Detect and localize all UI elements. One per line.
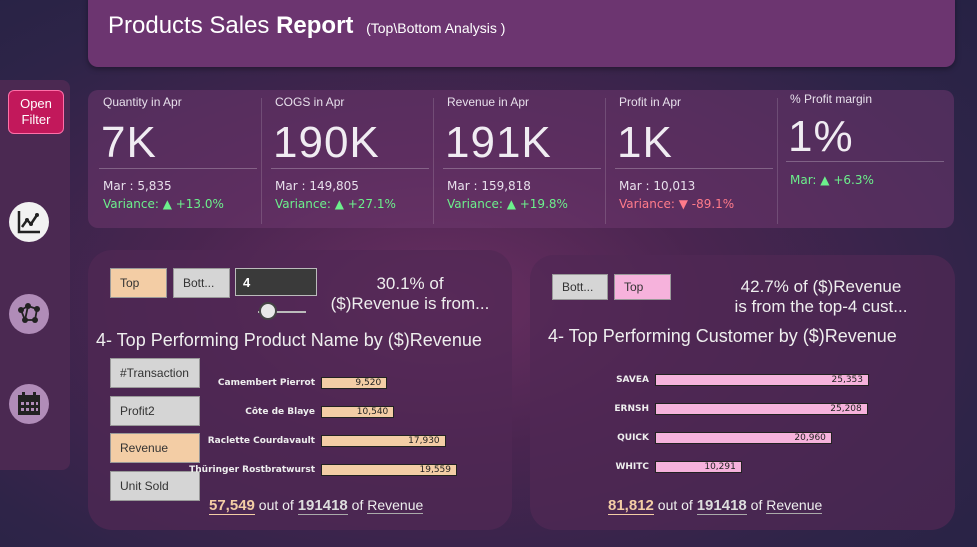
- kpi-variance: Variance: ▲ +13.0%: [103, 197, 224, 211]
- bar-category-label: Raclette Courdavault: [207, 436, 315, 446]
- products-share-line1: 30.1% of: [376, 274, 444, 293]
- customers-footer-total: 191418: [696, 497, 747, 515]
- kpi-previous: Mar : 159,818: [447, 179, 531, 193]
- bar-category-label: Camembert Pierrot: [217, 378, 315, 388]
- bar-category-label: SAVEA: [616, 375, 649, 385]
- kpi-label: Profit in Apr: [619, 95, 682, 109]
- top-n-input[interactable]: 4: [235, 268, 317, 296]
- bar-mark[interactable]: 10,291: [655, 461, 742, 473]
- customers-share-line2: is from the top-4 cust...: [734, 297, 908, 316]
- kpi-revenue: Revenue in Apr 191K Mar : 159,818 Varian…: [441, 90, 606, 228]
- kpi-separator: [777, 98, 778, 224]
- bar-mark[interactable]: 9,520: [321, 377, 388, 389]
- products-footer-unit: Revenue: [367, 497, 424, 514]
- bar-mark[interactable]: 25,208: [655, 403, 868, 415]
- kpi-previous: Mar : 5,835: [103, 179, 172, 193]
- kpi-divider: [271, 168, 429, 169]
- calendar-icon: [18, 392, 40, 415]
- customers-chart-title: 4- Top Performing Customer by ($)Revenue: [548, 326, 897, 346]
- metric-unit-sold-button[interactable]: Unit Sold: [110, 471, 200, 501]
- title-bold: Report: [276, 12, 354, 39]
- bar-value-label: 25,208: [830, 404, 862, 414]
- bar-mark[interactable]: 17,930: [321, 435, 446, 447]
- bar-value-label: 9,520: [355, 378, 382, 388]
- title-main: Products Sales: [108, 12, 277, 39]
- products-share-text: 30.1% of ($)Revenue is from...: [315, 274, 505, 314]
- customer-bottom-toggle-button[interactable]: Bott...: [552, 274, 608, 300]
- bar-value-label: 25,353: [831, 375, 864, 385]
- line-chart-nav-icon[interactable]: [9, 202, 49, 242]
- products-footer-of: of: [351, 497, 364, 513]
- kpi-variance: Variance: ▲ +19.8%: [447, 197, 568, 211]
- bar-value-label: 10,540: [356, 407, 389, 417]
- bottom-toggle-button[interactable]: Bott...: [173, 268, 230, 298]
- customers-footer-unit: Revenue: [766, 497, 823, 514]
- bar-category-label: WHITC: [615, 462, 649, 472]
- customers-footer: 81,812 out of 191418 of Revenue: [608, 497, 823, 515]
- kpi-cogs: COGS in Apr 190K Mar : 149,805 Variance:…: [269, 90, 434, 228]
- kpi-value: 1%: [788, 112, 854, 161]
- kpi-value: 7K: [101, 118, 157, 167]
- kpi-quantity: Quantity in Apr 7K Mar : 5,835 Variance:…: [97, 90, 262, 228]
- kpi-value: 190K: [273, 118, 380, 167]
- bar-category-label: ERNSH: [614, 404, 649, 414]
- calendar-nav-icon[interactable]: [9, 384, 49, 424]
- customers-footer-of: of: [750, 497, 763, 513]
- products-footer-total: 191418: [297, 497, 348, 515]
- kpi-profit: Profit in Apr 1K Mar : 10,013 Variance: …: [613, 90, 778, 228]
- kpi-separator: [605, 98, 606, 224]
- products-footer-value: 57,549: [209, 497, 255, 515]
- kpi-previous: Mar : 149,805: [275, 179, 359, 193]
- kpi-previous: Mar : 10,013: [619, 179, 696, 193]
- network-nav-icon[interactable]: [9, 294, 49, 334]
- kpi-variance: Variance: ▲ +27.1%: [275, 197, 396, 211]
- top-toggle-button[interactable]: Top: [110, 268, 167, 298]
- bar-category-label: Côte de Blaye: [245, 407, 315, 417]
- bar-mark[interactable]: 10,540: [321, 406, 395, 418]
- bar-value-label: 20,960: [794, 433, 826, 443]
- products-footer-mid: out of: [258, 497, 294, 513]
- products-footer: 57,549 out of 191418 of Revenue: [209, 497, 424, 515]
- top-n-slider-handle[interactable]: [258, 302, 277, 320]
- kpi-profit-margin: % Profit margin 1% Mar: ▲ +6.3%: [784, 90, 949, 228]
- products-chart-title: 4- Top Performing Product Name by ($)Rev…: [96, 330, 482, 350]
- kpi-divider: [99, 168, 257, 169]
- customers-footer-value: 81,812: [608, 497, 654, 515]
- kpi-label: Quantity in Apr: [103, 95, 182, 109]
- kpi-panel: Quantity in Apr 7K Mar : 5,835 Variance:…: [88, 90, 954, 228]
- kpi-divider: [443, 168, 601, 169]
- bar-mark[interactable]: 25,353: [655, 374, 869, 386]
- customers-share-text: 42.7% of ($)Revenue is from the top-4 cu…: [706, 277, 936, 317]
- kpi-label: Revenue in Apr: [447, 95, 530, 109]
- bar-value-label: 17,930: [408, 436, 440, 446]
- bar-value-label: 10,291: [704, 462, 736, 472]
- line-chart-icon: [17, 211, 40, 234]
- bar-mark[interactable]: 19,559: [321, 464, 457, 476]
- report-title: Products Sales Report (Top\Bottom Analys…: [108, 12, 505, 40]
- kpi-label: COGS in Apr: [275, 95, 345, 109]
- kpi-divider: [615, 168, 773, 169]
- customers-share-line1: 42.7% of ($)Revenue: [740, 277, 902, 296]
- kpi-separator: [433, 98, 434, 224]
- open-filter-button[interactable]: Open Filter: [8, 90, 64, 134]
- kpi-value: 191K: [445, 118, 552, 167]
- bar-value-label: 19,559: [419, 465, 452, 475]
- customers-footer-mid: out of: [657, 497, 693, 513]
- kpi-separator: [261, 98, 262, 224]
- network-icon: [18, 303, 40, 323]
- report-header: Products Sales Report (Top\Bottom Analys…: [88, 0, 955, 67]
- kpi-variance: Mar: ▲ +6.3%: [790, 173, 874, 187]
- customer-top-toggle-button[interactable]: Top: [614, 274, 671, 300]
- report-subtitle: (Top\Bottom Analysis ): [366, 20, 506, 36]
- kpi-label: % Profit margin: [790, 92, 873, 106]
- kpi-divider: [786, 161, 944, 162]
- kpi-value: 1K: [617, 118, 673, 167]
- bar-category-label: QUICK: [617, 433, 649, 443]
- bar-mark[interactable]: 20,960: [655, 432, 832, 444]
- products-share-line2: ($)Revenue is from...: [330, 294, 490, 313]
- kpi-variance: Variance: ▼ -89.1%: [619, 197, 735, 211]
- bar-category-label: Thüringer Rostbratwurst: [189, 465, 315, 475]
